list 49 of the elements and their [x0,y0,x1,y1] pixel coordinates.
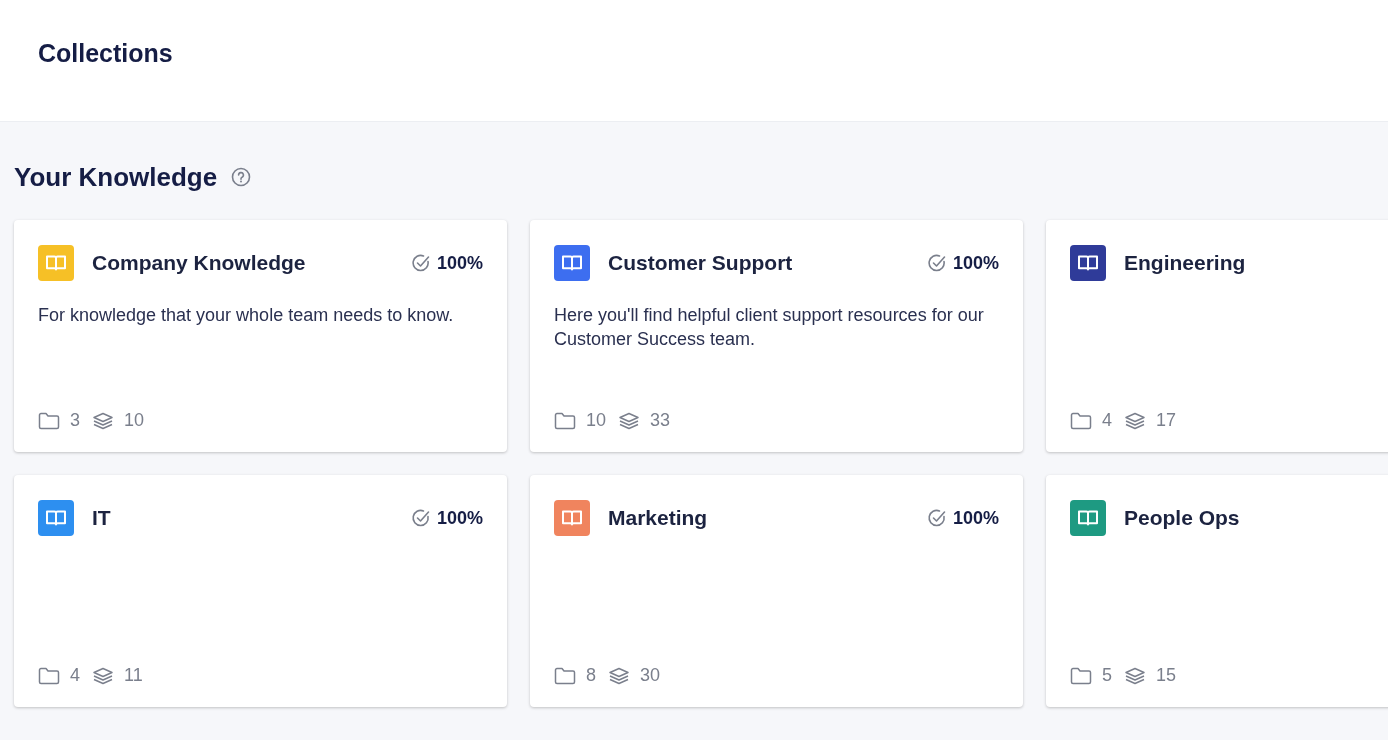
collection-card[interactable]: People Ops 5 15 [1046,475,1388,707]
collection-description: Here you'll find helpful client support resources for our Customer Success team. [554,304,985,351]
section-title: Your Knowledge [14,161,218,193]
verified-percentage: 100% [436,507,483,529]
folder-icon [554,411,576,430]
collection-name: Engineering [1124,251,1247,275]
folder-icon [554,666,576,685]
collection-card[interactable]: Engineering 4 17 [1046,220,1388,452]
layers-icon [608,666,630,685]
layers-icon [1124,411,1146,430]
layers-icon [1124,666,1146,685]
page-title: Collections [38,39,173,68]
verified-check-icon [926,508,947,528]
card-count: 30 [640,665,661,686]
card-count: 10 [124,410,145,431]
collection-name: People Ops [1124,506,1241,530]
collection-card[interactable]: Company Knowledge 100% For knowledge that your whole team needs to know. 3 10 [14,220,507,452]
verified-percentage: 100% [952,252,999,274]
folder-count: 3 [70,410,80,431]
folder-count: 10 [586,410,607,431]
collection-card[interactable]: IT 100% 4 11 [14,475,507,707]
folder-icon [1070,411,1092,430]
folder-count: 8 [586,665,596,686]
card-count: 17 [1156,410,1177,431]
collection-name: Marketing [608,506,709,530]
layers-icon [92,666,114,685]
verified-check-icon [926,253,947,273]
folder-icon [38,666,60,685]
verified-percentage: 100% [952,507,999,529]
collection-description: For knowledge that your whole team needs to know. [38,304,455,327]
collection-card[interactable]: Marketing 100% 8 30 [530,475,1023,707]
help-icon[interactable] [231,167,252,187]
verified-check-icon [410,253,431,273]
layers-icon [92,411,114,430]
card-count: 15 [1156,665,1177,686]
collection-name: Company Knowledge [92,251,307,275]
folder-count: 4 [70,665,80,686]
folder-icon [38,411,60,430]
folder-count: 5 [1102,665,1112,686]
card-count: 33 [650,410,671,431]
collection-card[interactable]: Customer Support 100% Here you'll find helpful client support resources for our Customer Success team. 10 33 [530,220,1023,452]
collection-name: IT [92,506,112,530]
folder-icon [1070,666,1092,685]
verified-check-icon [410,508,431,528]
layers-icon [618,411,641,430]
card-count: 11 [124,665,143,686]
verified-percentage: 100% [436,252,483,274]
folder-count: 4 [1102,410,1112,431]
collection-name: Customer Support [608,251,794,275]
